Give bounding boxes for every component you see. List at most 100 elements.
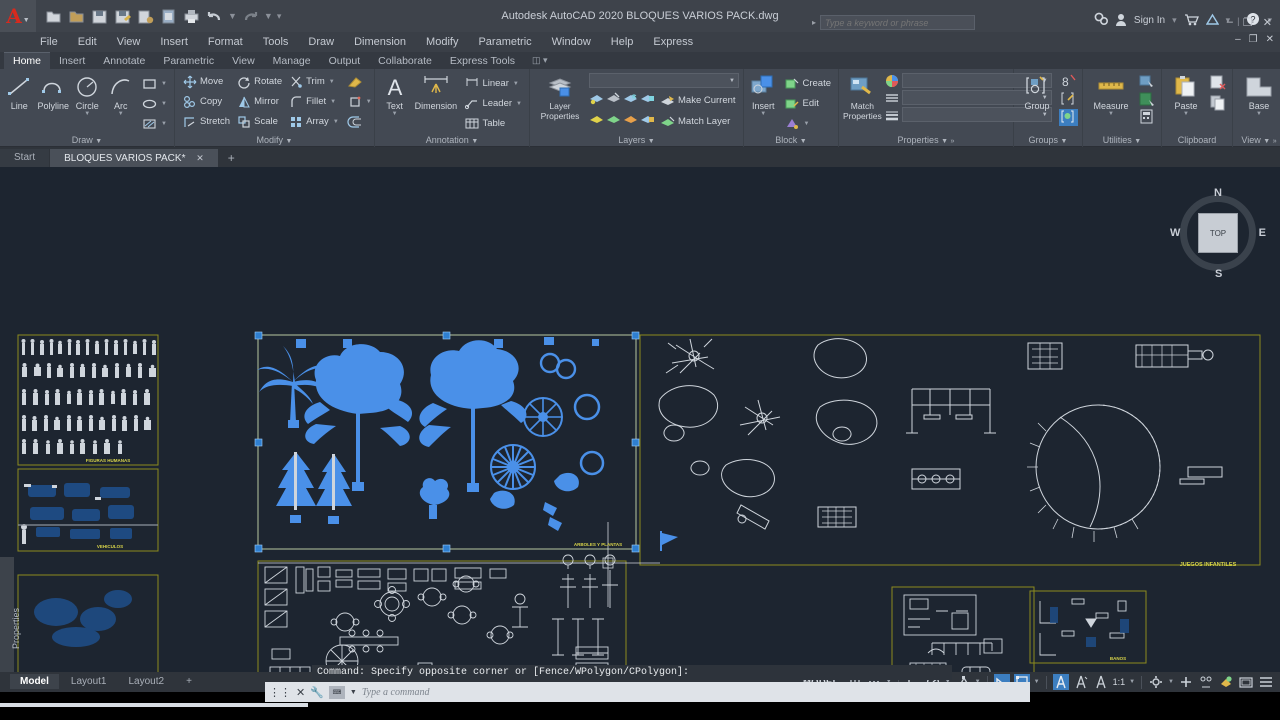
command-close-icon[interactable]: ✕ <box>296 686 305 699</box>
ribbon-panel-switch-icon[interactable]: ◫ ▾ <box>532 55 548 66</box>
workspace-switching-icon[interactable] <box>1148 674 1164 690</box>
drawing-canvas[interactable]: NORTE norte <box>0 167 1280 672</box>
text-dropdown-icon[interactable]: ▼ <box>392 111 398 117</box>
dimension-tool[interactable]: Dimension <box>413 72 458 111</box>
panel-title-annotation[interactable]: Annotation ▼ <box>375 133 529 147</box>
quick-select-tool[interactable] <box>1138 73 1157 90</box>
tab-collaborate[interactable]: Collaborate <box>369 53 441 69</box>
edit-attribute-tool[interactable]: ▼ <box>781 114 834 133</box>
view-cube-face[interactable]: TOP <box>1198 213 1238 253</box>
stretch-tool[interactable]: Stretch <box>179 112 233 131</box>
doc-restore-button[interactable]: ❐ <box>1249 34 1258 45</box>
chevron-down-icon[interactable]: ▼ <box>23 17 30 24</box>
file-tab-bloques-varios-pack[interactable]: BLOQUES VARIOS PACK* ✕ <box>50 149 218 167</box>
notifications-icon[interactable] <box>1205 13 1219 29</box>
panel-title-properties[interactable]: Properties ▼ » <box>839 133 1013 147</box>
command-line-bar[interactable]: ⋮⋮ ✕ 🔧 ⌨ ▼ Type a command <box>265 682 1030 702</box>
menu-item-parametric[interactable]: Parametric <box>478 36 531 48</box>
close-icon[interactable]: ✕ <box>196 153 204 163</box>
save-icon[interactable] <box>90 7 109 26</box>
panel-title-clipboard[interactable]: Clipboard <box>1162 133 1232 147</box>
move-tool[interactable]: Move <box>179 72 233 91</box>
tab-manage[interactable]: Manage <box>264 53 320 69</box>
ungroup-tool[interactable]: 8 <box>1059 73 1078 90</box>
measure-dropdown-icon[interactable]: ▼ <box>1108 111 1114 117</box>
layer-freeze-icon[interactable] <box>623 91 639 106</box>
view-cube[interactable]: TOP N E S W <box>1170 187 1266 280</box>
undo-icon[interactable] <box>205 7 224 26</box>
menu-item-dimension[interactable]: Dimension <box>354 36 406 48</box>
layer-lock-icon[interactable] <box>640 91 656 106</box>
hardware-acceleration-icon[interactable] <box>1218 674 1234 690</box>
restore-button[interactable]: ❐ <box>1243 16 1253 29</box>
match-layer-tool[interactable]: Match Layer <box>657 112 733 131</box>
text-tool[interactable]: A Text ▼ <box>379 72 410 117</box>
layer-thaw-icon[interactable] <box>623 112 639 127</box>
leader-dropdown-icon[interactable]: ▼ <box>516 101 522 107</box>
paste-tool[interactable]: Paste ▼ <box>1166 72 1206 117</box>
menu-item-express[interactable]: Express <box>653 36 693 48</box>
plot-icon[interactable] <box>159 7 178 26</box>
erase-tool[interactable] <box>344 72 375 91</box>
group-edit-tool[interactable] <box>1059 91 1078 108</box>
clean-screen-icon[interactable] <box>1238 674 1254 690</box>
compass-east-label[interactable]: E <box>1259 227 1266 239</box>
menu-item-file[interactable]: File <box>40 36 58 48</box>
isolate-objects-icon[interactable] <box>1178 674 1194 690</box>
layout-tab-model[interactable]: Model <box>10 674 59 689</box>
make-current-tool[interactable]: Make Current <box>657 91 739 110</box>
panel-title-utilities[interactable]: Utilities ▼ <box>1083 133 1161 147</box>
command-drag-handle-icon[interactable]: ⋮⋮ <box>269 686 291 699</box>
leader-tool[interactable]: Leader ▼ <box>461 94 525 113</box>
doc-close-button[interactable]: ✕ <box>1266 34 1274 45</box>
linear-dimension-tool[interactable]: Linear ▼ <box>461 74 525 93</box>
annotation-visibility-toggle[interactable] <box>1052 674 1069 690</box>
attribute-dropdown-icon[interactable]: ▼ <box>803 121 809 127</box>
compass-west-label[interactable]: W <box>1170 227 1180 239</box>
fillet-dropdown-icon[interactable]: ▼ <box>330 99 336 105</box>
application-menu-button[interactable]: A ▼ <box>0 0 36 32</box>
tab-home[interactable]: Home <box>4 52 51 69</box>
polyline-tool[interactable]: Polyline <box>38 72 69 111</box>
ucs-dropdown-icon[interactable]: ▼ <box>1034 679 1040 685</box>
minimize-button[interactable]: – <box>1227 16 1233 29</box>
calculator-tool[interactable] <box>1138 109 1157 126</box>
print-icon[interactable] <box>182 7 201 26</box>
redo-dropdown-icon[interactable]: ▼ <box>264 11 273 21</box>
mirror-tool[interactable]: Mirror <box>233 92 285 111</box>
layer-unlock-icon[interactable] <box>640 112 656 127</box>
doc-minimize-button[interactable]: – <box>1235 34 1241 45</box>
trim-dropdown-icon[interactable]: ▼ <box>329 79 335 85</box>
menu-item-format[interactable]: Format <box>208 36 243 48</box>
new-icon[interactable] <box>44 7 63 26</box>
autodesk-store-icon[interactable] <box>1184 13 1199 29</box>
customization-icon[interactable] <box>1258 674 1274 690</box>
panel-title-layers[interactable]: Layers ▼ <box>530 133 743 147</box>
arc-tool[interactable]: Arc ▼ <box>106 72 137 117</box>
command-customize-icon[interactable]: 🔧 <box>310 686 324 699</box>
panel-title-modify[interactable]: Modify ▼ <box>175 133 374 147</box>
group-tool[interactable]: Group <box>1018 72 1056 111</box>
command-prefix-icon[interactable]: ⌨ <box>328 685 345 699</box>
array-tool[interactable]: Array ▼ <box>285 112 342 131</box>
tab-view[interactable]: View <box>223 53 264 69</box>
menu-item-modify[interactable]: Modify <box>426 36 458 48</box>
base-dropdown-icon[interactable]: ▼ <box>1256 111 1262 117</box>
insert-block-tool[interactable]: Insert ▼ <box>748 72 778 117</box>
layer-dropdown[interactable]: ▼ <box>589 73 739 88</box>
explode-dropdown-icon[interactable]: ▼ <box>366 99 372 105</box>
chevron-down-icon[interactable]: ▼ <box>350 689 357 696</box>
menu-item-tools[interactable]: Tools <box>263 36 289 48</box>
layout-tab-layout2[interactable]: Layout2 <box>118 674 174 689</box>
measure-tool[interactable]: Measure ▼ <box>1087 72 1135 117</box>
scale-tool[interactable]: Scale <box>233 112 285 131</box>
tab-output[interactable]: Output <box>320 53 370 69</box>
open-icon[interactable] <box>67 7 86 26</box>
rectangle-dropdown-icon[interactable]: ▼ <box>161 81 167 87</box>
ellipse-tool[interactable]: ▼ <box>139 94 170 113</box>
undo-dropdown-icon[interactable]: ▼ <box>228 11 237 21</box>
hatch-dropdown-icon[interactable]: ▼ <box>161 121 167 127</box>
panel-title-draw[interactable]: Draw ▼ <box>0 133 174 147</box>
search-input[interactable] <box>820 15 975 30</box>
trim-tool[interactable]: Trim ▼ <box>285 72 342 91</box>
